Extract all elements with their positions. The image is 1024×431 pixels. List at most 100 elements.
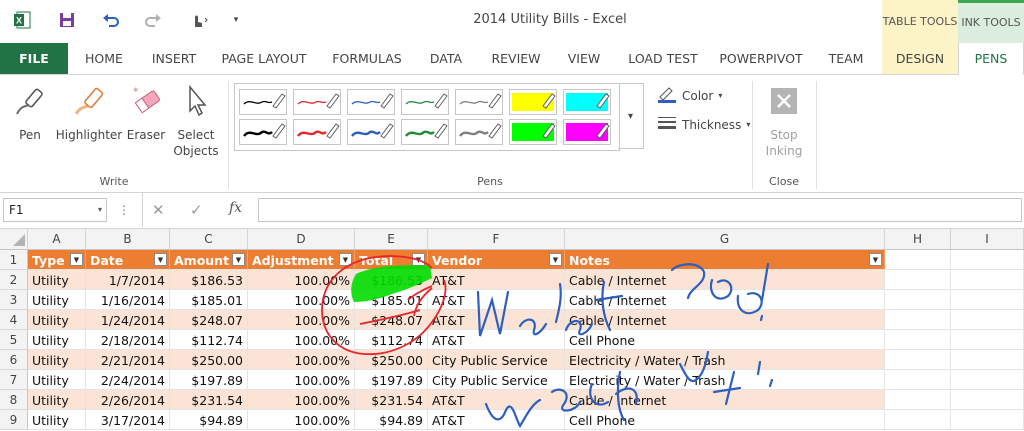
- color-button[interactable]: Color ▾: [657, 85, 722, 106]
- cell-date[interactable]: 2/26/2014: [86, 390, 170, 410]
- tab-page-layout[interactable]: PAGE LAYOUT: [214, 43, 314, 74]
- empty-cell[interactable]: [951, 390, 1024, 410]
- touch-mode-icon[interactable]: [188, 10, 208, 30]
- tab-load-test[interactable]: LOAD TEST: [622, 43, 704, 74]
- filter-dropdown-icon[interactable]: ▼: [549, 253, 562, 266]
- cell-type[interactable]: Utility: [28, 350, 86, 370]
- cell-type[interactable]: Utility: [28, 330, 86, 350]
- name-box[interactable]: F1 ▾: [3, 198, 107, 222]
- enter-icon[interactable]: ✓: [190, 201, 203, 219]
- empty-cell[interactable]: [885, 410, 951, 430]
- eraser-button[interactable]: ✶ Eraser: [126, 83, 166, 143]
- cell-total[interactable]: $94.89: [355, 410, 428, 430]
- cell-adjustment[interactable]: 100.00%: [248, 390, 355, 410]
- column-header-b[interactable]: B: [86, 229, 170, 249]
- table-header-vendor[interactable]: Vendor: [428, 250, 565, 270]
- cell-date[interactable]: 1/7/2014: [86, 270, 170, 290]
- row-header-8[interactable]: 8: [0, 390, 28, 410]
- pen-swatch-1[interactable]: [239, 89, 287, 115]
- row-header-2[interactable]: 2: [0, 270, 28, 290]
- insert-function-icon[interactable]: fx: [229, 200, 242, 216]
- cell-type[interactable]: Utility: [28, 270, 86, 290]
- pen-swatch-5[interactable]: [455, 89, 503, 115]
- tab-data[interactable]: DATA: [418, 43, 474, 74]
- cell-date[interactable]: 3/17/2014: [86, 410, 170, 430]
- cell-type[interactable]: Utility: [28, 410, 86, 430]
- cell-total[interactable]: $185.01: [355, 290, 428, 310]
- cell-vendor[interactable]: AT&T: [428, 390, 565, 410]
- excel-logo-icon[interactable]: X: [12, 10, 32, 30]
- cell-amount[interactable]: $94.89: [170, 410, 248, 430]
- empty-cell[interactable]: [951, 370, 1024, 390]
- cell-date[interactable]: 1/24/2014: [86, 310, 170, 330]
- cell-date[interactable]: 1/16/2014: [86, 290, 170, 310]
- highlighter-swatch-6[interactable]: [509, 89, 557, 115]
- column-header-g[interactable]: G: [565, 229, 885, 249]
- empty-cell[interactable]: [885, 370, 951, 390]
- pen-swatch-3[interactable]: [347, 89, 395, 115]
- cell-total[interactable]: $197.89: [355, 370, 428, 390]
- tab-view[interactable]: VIEW: [556, 43, 612, 74]
- cell-adjustment[interactable]: 100.00%: [248, 330, 355, 350]
- row-header-4[interactable]: 4: [0, 310, 28, 330]
- select-objects-button[interactable]: Select Objects: [172, 83, 220, 159]
- customize-qat-icon[interactable]: ▾: [226, 10, 246, 30]
- column-header-i[interactable]: I: [951, 229, 1024, 249]
- table-header-notes[interactable]: Notes: [565, 250, 885, 270]
- cell-total[interactable]: $248.07: [355, 310, 428, 330]
- empty-cell[interactable]: [951, 270, 1024, 290]
- cell-date[interactable]: 2/21/2014: [86, 350, 170, 370]
- cell-amount[interactable]: $231.54: [170, 390, 248, 410]
- cell-amount[interactable]: $250.00: [170, 350, 248, 370]
- empty-cell[interactable]: [885, 290, 951, 310]
- select-all-button[interactable]: [0, 229, 28, 249]
- cell-vendor[interactable]: AT&T: [428, 290, 565, 310]
- highlighter-swatch-7[interactable]: [563, 89, 611, 115]
- cell-adjustment[interactable]: 100.00%: [248, 410, 355, 430]
- highlighter-swatch-14[interactable]: [563, 119, 611, 145]
- more-options-icon[interactable]: ⋮: [118, 203, 130, 217]
- empty-cell[interactable]: [885, 310, 951, 330]
- empty-cell[interactable]: [885, 250, 951, 270]
- empty-cell[interactable]: [885, 270, 951, 290]
- pen-swatch-8[interactable]: [239, 119, 287, 145]
- column-header-h[interactable]: H: [885, 229, 951, 249]
- tab-home[interactable]: HOME: [74, 43, 134, 74]
- pen-swatch-12[interactable]: [455, 119, 503, 145]
- cell-type[interactable]: Utility: [28, 290, 86, 310]
- cell-adjustment[interactable]: 100.00%: [248, 350, 355, 370]
- filter-dropdown-icon[interactable]: ▼: [412, 253, 425, 266]
- cell-total[interactable]: $186.53: [355, 270, 428, 290]
- tab-team[interactable]: TEAM: [818, 43, 874, 74]
- tab-insert[interactable]: INSERT: [144, 43, 204, 74]
- cell-adjustment[interactable]: 100.00%: [248, 270, 355, 290]
- cancel-icon[interactable]: ✕: [152, 201, 165, 219]
- pen-swatch-2[interactable]: [293, 89, 341, 115]
- cell-amount[interactable]: $186.53: [170, 270, 248, 290]
- empty-cell[interactable]: [885, 350, 951, 370]
- cell-date[interactable]: 2/18/2014: [86, 330, 170, 350]
- row-header-3[interactable]: 3: [0, 290, 28, 310]
- pen-swatch-11[interactable]: [401, 119, 449, 145]
- gallery-more-icon[interactable]: ▾: [618, 83, 644, 149]
- cell-total[interactable]: $112.74: [355, 330, 428, 350]
- empty-cell[interactable]: [951, 290, 1024, 310]
- tab-pens[interactable]: PENS: [958, 43, 1024, 75]
- empty-cell[interactable]: [951, 310, 1024, 330]
- cell-notes[interactable]: Cable / Internet: [565, 290, 885, 310]
- tab-design[interactable]: DESIGN: [882, 43, 958, 74]
- empty-cell[interactable]: [951, 250, 1024, 270]
- filter-dropdown-icon[interactable]: ▼: [339, 253, 352, 266]
- cell-adjustment[interactable]: 100.00%: [248, 370, 355, 390]
- filter-dropdown-icon[interactable]: ▼: [232, 253, 245, 266]
- cell-date[interactable]: 2/24/2014: [86, 370, 170, 390]
- cell-vendor[interactable]: AT&T: [428, 270, 565, 290]
- chevron-down-icon[interactable]: ▾: [98, 199, 102, 221]
- row-header-7[interactable]: 7: [0, 370, 28, 390]
- cell-amount[interactable]: $112.74: [170, 330, 248, 350]
- filter-dropdown-icon[interactable]: ▼: [869, 253, 882, 266]
- column-header-a[interactable]: A: [28, 229, 86, 249]
- cell-type[interactable]: Utility: [28, 390, 86, 410]
- cell-vendor[interactable]: AT&T: [428, 410, 565, 430]
- formula-input[interactable]: [258, 198, 1022, 222]
